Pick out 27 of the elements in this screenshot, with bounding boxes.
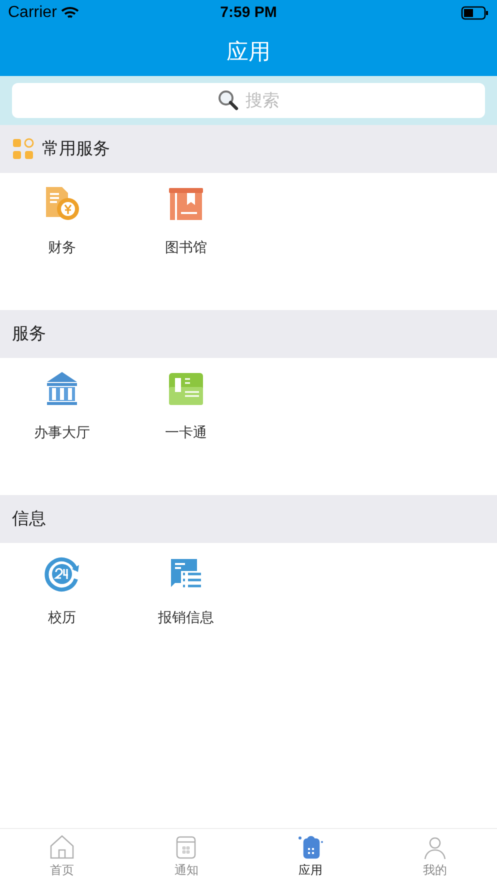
- wifi-icon: [60, 6, 79, 20]
- clock-24-icon: [43, 555, 81, 593]
- tab-bar-item[interactable]: 我的: [372, 829, 497, 883]
- battery-icon: [461, 6, 489, 20]
- tab-bar-item[interactable]: 首页: [0, 829, 124, 883]
- book-icon: [167, 185, 205, 223]
- section-title: 信息: [12, 508, 46, 530]
- app-tile[interactable]: 图书馆: [124, 185, 248, 265]
- app-tile[interactable]: 办事大厅: [0, 370, 124, 450]
- house-icon: [48, 833, 76, 861]
- magnifier-icon: [216, 89, 238, 111]
- document-coin-icon: [43, 185, 81, 223]
- tab-bar-item[interactable]: 通知: [124, 829, 248, 883]
- section-title: 服务: [12, 323, 46, 346]
- clock-time: 7:59 PM: [220, 2, 277, 23]
- app-tile[interactable]: 校历: [0, 555, 124, 635]
- page-title: 应用: [226, 38, 270, 66]
- app-grid-icon: [296, 833, 325, 861]
- search-field[interactable]: 搜索: [12, 83, 485, 118]
- section-title: 常用服务: [42, 138, 110, 160]
- grid-icon: [12, 138, 34, 160]
- app-tile[interactable]: 报销信息: [124, 555, 248, 635]
- app-tile[interactable]: 财务: [0, 185, 124, 265]
- app-tile[interactable]: 一卡通: [124, 370, 248, 450]
- carrier-label: Carrier: [8, 3, 57, 23]
- id-card-icon: [167, 370, 205, 408]
- tab-bar-item[interactable]: 应用: [248, 829, 373, 883]
